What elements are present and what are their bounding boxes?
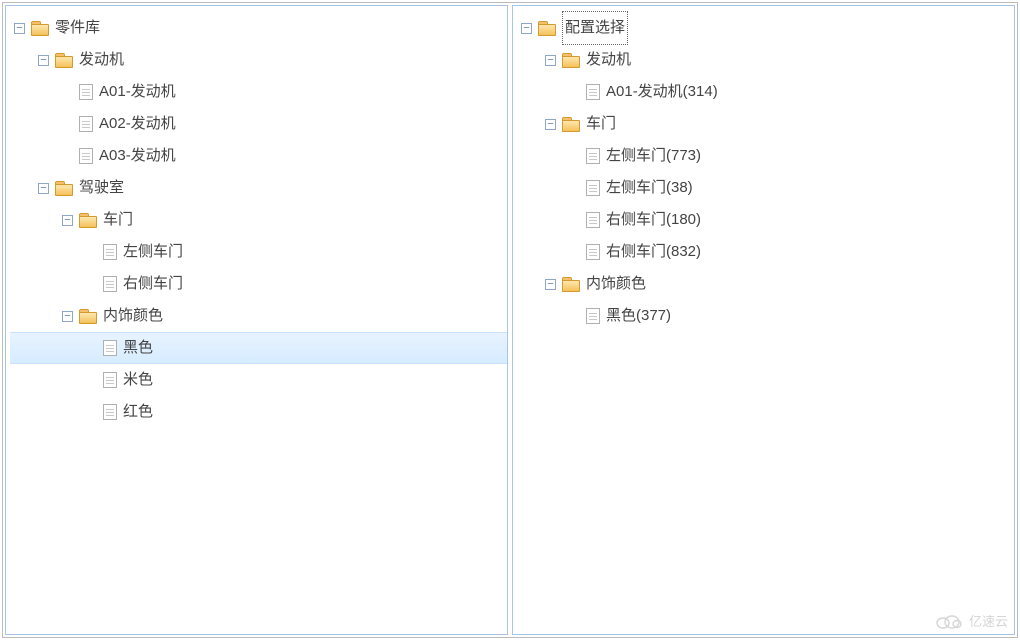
tree-pane-right: −配置选择−发动机A01-发动机(314)−车门左侧车门(773)左侧车门(38… [512, 5, 1015, 635]
collapse-icon[interactable]: − [545, 55, 556, 66]
tree-node-label[interactable]: 左侧车门 [123, 236, 183, 268]
tree-row[interactable]: 右侧车门(832) [517, 236, 1014, 268]
page-icon [586, 308, 600, 324]
tree-node-label[interactable]: 左侧车门(38) [606, 172, 693, 204]
folder-icon [55, 53, 73, 67]
tree-node-label[interactable]: 车门 [103, 204, 133, 236]
collapse-icon[interactable]: − [38, 55, 49, 66]
tree-right: −配置选择−发动机A01-发动机(314)−车门左侧车门(773)左侧车门(38… [513, 6, 1014, 338]
toggle-spacer [86, 407, 97, 418]
collapse-icon[interactable]: − [62, 215, 73, 226]
tree-node-label[interactable]: 零件库 [55, 12, 100, 44]
collapse-icon[interactable]: − [14, 23, 25, 34]
page-icon [79, 148, 93, 164]
folder-icon [562, 53, 580, 67]
tree-row[interactable]: − 车门 [517, 108, 1014, 140]
toggle-spacer [569, 87, 580, 98]
tree-row[interactable]: 左侧车门(38) [517, 172, 1014, 204]
tree-row[interactable]: 左侧车门 [10, 236, 507, 268]
tree-node-label[interactable]: 驾驶室 [79, 172, 124, 204]
collapse-icon[interactable]: − [521, 23, 532, 34]
tree-row[interactable]: − 车门 [10, 204, 507, 236]
page-icon [103, 372, 117, 388]
folder-icon [562, 277, 580, 291]
page-icon [79, 84, 93, 100]
tree-row[interactable]: A03-发动机 [10, 140, 507, 172]
toggle-spacer [569, 311, 580, 322]
collapse-icon[interactable]: − [545, 119, 556, 130]
tree-row[interactable]: 左侧车门(773) [517, 140, 1014, 172]
folder-icon [79, 309, 97, 323]
page-icon [586, 84, 600, 100]
tree-row[interactable]: − 发动机 [517, 44, 1014, 76]
tree-row[interactable]: A01-发动机(314) [517, 76, 1014, 108]
toggle-spacer [62, 87, 73, 98]
tree-node-label[interactable]: 配置选择 [562, 11, 628, 45]
folder-icon [79, 213, 97, 227]
toggle-spacer [86, 247, 97, 258]
page-icon [586, 180, 600, 196]
tree-row[interactable]: A01-发动机 [10, 76, 507, 108]
page-icon [103, 340, 117, 356]
split-container: −零件库−发动机A01-发动机A02-发动机A03-发动机−驾驶室−车门左侧车门… [2, 2, 1018, 638]
tree-node-label[interactable]: 米色 [123, 364, 153, 396]
tree-row[interactable]: − 内饰颜色 [517, 268, 1014, 300]
folder-icon [538, 21, 556, 35]
tree-node-label[interactable]: A01-发动机(314) [606, 76, 718, 108]
tree-node-label[interactable]: 车门 [586, 108, 616, 140]
tree-node-label[interactable]: 黑色 [123, 332, 153, 364]
tree-node-label[interactable]: A02-发动机 [99, 108, 176, 140]
collapse-icon[interactable]: − [545, 279, 556, 290]
toggle-spacer [569, 183, 580, 194]
tree-row[interactable]: − 驾驶室 [10, 172, 507, 204]
tree-node-label[interactable]: 左侧车门(773) [606, 140, 701, 172]
tree-node-label[interactable]: 右侧车门(180) [606, 204, 701, 236]
tree-node-label[interactable]: 内饰颜色 [103, 300, 163, 332]
tree-node-label[interactable]: 黑色(377) [606, 300, 671, 332]
tree-node-label[interactable]: 发动机 [79, 44, 124, 76]
tree-row[interactable]: − 零件库 [10, 12, 507, 44]
tree-row[interactable]: A02-发动机 [10, 108, 507, 140]
tree-row[interactable]: − 内饰颜色 [10, 300, 507, 332]
toggle-spacer [569, 247, 580, 258]
page-icon [586, 148, 600, 164]
collapse-icon[interactable]: − [62, 311, 73, 322]
tree-row[interactable]: − 配置选择 [517, 12, 1014, 44]
toggle-spacer [62, 151, 73, 162]
toggle-spacer [86, 343, 97, 354]
tree-node-label[interactable]: 右侧车门(832) [606, 236, 701, 268]
tree-row[interactable]: 右侧车门 [10, 268, 507, 300]
collapse-icon[interactable]: − [38, 183, 49, 194]
tree-left: −零件库−发动机A01-发动机A02-发动机A03-发动机−驾驶室−车门左侧车门… [6, 6, 507, 434]
toggle-spacer [569, 215, 580, 226]
page-icon [103, 276, 117, 292]
page-icon [586, 244, 600, 260]
tree-row[interactable]: − 发动机 [10, 44, 507, 76]
tree-pane-left: −零件库−发动机A01-发动机A02-发动机A03-发动机−驾驶室−车门左侧车门… [5, 5, 508, 635]
toggle-spacer [569, 151, 580, 162]
tree-row[interactable]: 黑色 [10, 332, 507, 364]
tree-node-label[interactable]: A01-发动机 [99, 76, 176, 108]
folder-icon [31, 21, 49, 35]
folder-icon [55, 181, 73, 195]
tree-row[interactable]: 红色 [10, 396, 507, 428]
page-icon [79, 116, 93, 132]
tree-row[interactable]: 黑色(377) [517, 300, 1014, 332]
tree-row[interactable]: 米色 [10, 364, 507, 396]
tree-row[interactable]: 右侧车门(180) [517, 204, 1014, 236]
tree-node-label[interactable]: 内饰颜色 [586, 268, 646, 300]
tree-node-label[interactable]: A03-发动机 [99, 140, 176, 172]
toggle-spacer [62, 119, 73, 130]
page-icon [103, 404, 117, 420]
tree-node-label[interactable]: 右侧车门 [123, 268, 183, 300]
page-icon [103, 244, 117, 260]
tree-node-label[interactable]: 发动机 [586, 44, 631, 76]
folder-icon [562, 117, 580, 131]
page-icon [586, 212, 600, 228]
toggle-spacer [86, 279, 97, 290]
toggle-spacer [86, 375, 97, 386]
tree-node-label[interactable]: 红色 [123, 396, 153, 428]
